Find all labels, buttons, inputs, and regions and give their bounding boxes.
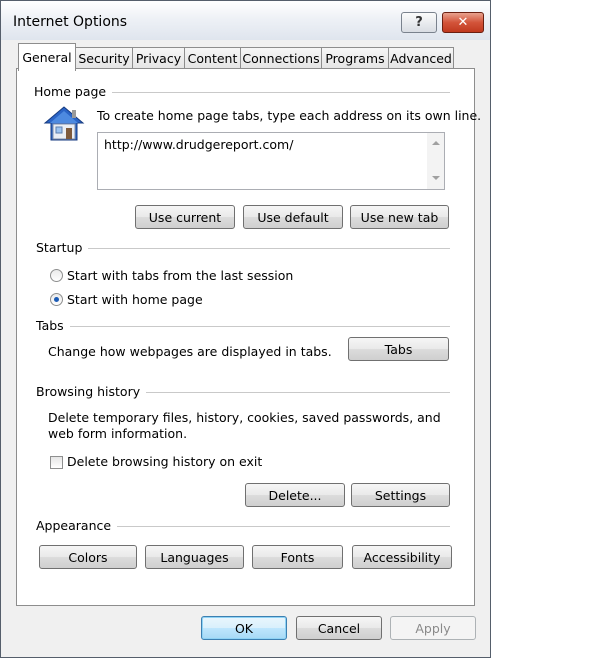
browsing-history-heading: Browsing history <box>36 384 147 399</box>
languages-button[interactable]: Languages <box>145 545 244 569</box>
use-default-button[interactable]: Use default <box>243 205 343 229</box>
tabs-divider <box>38 326 450 327</box>
settings-button[interactable]: Settings <box>351 483 450 507</box>
scroll-up-icon[interactable] <box>432 141 440 145</box>
textarea-scrollbar[interactable] <box>427 133 444 189</box>
scroll-down-icon[interactable] <box>432 176 440 180</box>
delete-history-on-exit-checkbox[interactable] <box>50 456 63 469</box>
startup-option-last-session[interactable]: Start with tabs from the last session <box>67 268 293 283</box>
use-new-tab-button[interactable]: Use new tab <box>350 205 449 229</box>
use-current-button[interactable]: Use current <box>135 205 235 229</box>
tabs-heading: Tabs <box>36 318 70 333</box>
radio-tabs-last-session[interactable] <box>50 269 63 282</box>
startup-option-home-page[interactable]: Start with home page <box>67 292 203 307</box>
browsing-history-description-line1: Delete temporary files, history, cookies… <box>48 410 441 425</box>
delete-history-on-exit-label[interactable]: Delete browsing history on exit <box>67 454 262 469</box>
home-page-url-textarea[interactable]: http://www.drudgereport.com/ <box>97 132 445 190</box>
apply-button[interactable]: Apply <box>390 616 476 640</box>
colors-button[interactable]: Colors <box>39 545 137 569</box>
cancel-button[interactable]: Cancel <box>296 616 382 640</box>
startup-divider <box>38 248 450 249</box>
radio-home-page[interactable] <box>50 293 63 306</box>
house-icon <box>43 106 85 141</box>
tabs-settings-button[interactable]: Tabs <box>348 337 449 361</box>
home-page-heading: Home page <box>34 84 113 99</box>
home-page-url: http://www.drudgereport.com/ <box>104 137 294 152</box>
browsing-history-description-line2: web form information. <box>48 426 188 441</box>
appearance-heading: Appearance <box>36 518 118 533</box>
general-panel-content: Home page To create home page tabs, type… <box>0 0 491 660</box>
fonts-button[interactable]: Fonts <box>252 545 343 569</box>
tabs-description: Change how webpages are displayed in tab… <box>48 344 332 359</box>
ok-button[interactable]: OK <box>201 616 287 640</box>
radio-selected-indicator <box>54 297 59 302</box>
accessibility-button[interactable]: Accessibility <box>352 545 452 569</box>
delete-button[interactable]: Delete... <box>245 483 345 507</box>
home-page-instruction: To create home page tabs, type each addr… <box>97 108 482 123</box>
startup-heading: Startup <box>36 240 89 255</box>
